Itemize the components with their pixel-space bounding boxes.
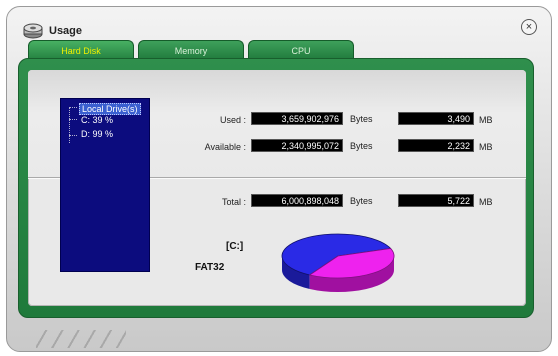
available-mb-value: 2,232 <box>398 139 474 152</box>
tab-cpu[interactable]: CPU <box>248 40 354 60</box>
tab-memory[interactable]: Memory <box>138 40 244 60</box>
used-bytes-unit: Bytes <box>350 114 373 124</box>
window-title: Usage <box>49 25 83 37</box>
available-label: Available : <box>204 142 246 152</box>
tab-strip: Hard Disk Memory CPU <box>28 40 358 60</box>
tree-item-d[interactable]: D: 99 % <box>81 129 113 139</box>
available-bytes-value: 2,340,995,072 <box>251 139 343 152</box>
used-bytes-value: 3,659,902,976 <box>251 112 343 125</box>
used-label: Used : <box>219 115 246 125</box>
drive-tree: Local Drive(s) C: 39 % D: 99 % <box>60 98 150 272</box>
close-button[interactable]: × <box>521 19 537 35</box>
tree-connector <box>69 107 77 108</box>
tree-root-local-drives[interactable]: Local Drive(s) <box>79 103 141 115</box>
used-mb-value: 3,490 <box>398 112 474 125</box>
tree-item-c[interactable]: C: 39 % <box>81 115 113 125</box>
tree-connector <box>69 107 70 143</box>
total-bytes-unit: Bytes <box>350 196 373 206</box>
available-mb-unit: MB <box>479 142 493 152</box>
tree-connector <box>69 135 77 136</box>
tree-connector <box>69 119 77 120</box>
total-label: Total : <box>221 197 246 207</box>
total-mb-value: 5,722 <box>398 194 474 207</box>
drive-letter-label: [C:] <box>226 241 244 252</box>
total-mb-unit: MB <box>479 197 493 207</box>
available-bytes-unit: Bytes <box>350 141 373 151</box>
used-mb-unit: MB <box>479 115 493 125</box>
title-bar: Usage <box>23 21 82 41</box>
vent-grille <box>36 330 126 348</box>
drive-icon <box>23 23 43 39</box>
close-icon: × <box>525 20 533 33</box>
filesystem-label: FAT32 <box>195 262 225 273</box>
total-bytes-value: 6,000,898,048 <box>251 194 343 207</box>
hard-disk-panel: Local Drive(s) C: 39 % D: 99 % Used : 3,… <box>28 70 526 306</box>
usage-pie-chart <box>281 233 395 292</box>
tab-hard-disk[interactable]: Hard Disk <box>28 40 134 60</box>
